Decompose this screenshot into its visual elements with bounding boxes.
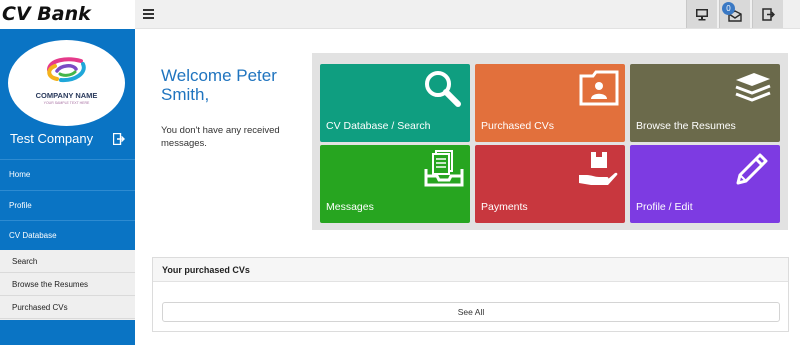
dashboard-tiles: CV Database / Search Purchased CVs Brows… bbox=[312, 53, 788, 230]
contact-folder-icon bbox=[579, 70, 619, 106]
notification-badge: 0 bbox=[722, 2, 735, 15]
inbox-icon bbox=[424, 150, 464, 187]
see-all-button[interactable]: See All bbox=[162, 302, 780, 322]
tile-label: Messages bbox=[326, 201, 374, 213]
tile-payments[interactable]: Payments bbox=[475, 145, 625, 223]
tile-profile-edit[interactable]: Profile / Edit bbox=[630, 145, 780, 223]
tile-label: CV Database / Search bbox=[326, 120, 431, 132]
dashboard-button[interactable] bbox=[686, 0, 717, 28]
tile-purchased-cvs[interactable]: Purchased CVs bbox=[475, 64, 625, 142]
swirl-logo-icon bbox=[47, 57, 86, 83]
logout-icon bbox=[761, 7, 775, 21]
company-name: Test Company bbox=[10, 131, 94, 146]
tile-browse-resumes[interactable]: Browse the Resumes bbox=[630, 64, 780, 142]
sidebar-item-profile[interactable]: Profile bbox=[0, 190, 135, 221]
search-icon bbox=[425, 71, 461, 107]
submenu-item-browse-resumes[interactable]: Browse the Resumes bbox=[0, 273, 135, 296]
brand-logo[interactable]: CV Bank bbox=[0, 0, 135, 29]
top-bar: CV Bank 0 bbox=[0, 0, 800, 29]
welcome-heading: Welcome Peter Smith, bbox=[161, 66, 277, 104]
sidebar-item-home[interactable]: Home bbox=[0, 159, 135, 190]
sidebar-item-cv-database[interactable]: CV Database bbox=[0, 220, 135, 251]
messages-status: You don't have any received messages. bbox=[161, 125, 280, 149]
logo-company-name: COMPANY NAME bbox=[35, 91, 98, 100]
company-logout-icon[interactable] bbox=[113, 133, 125, 145]
tile-messages[interactable]: Messages bbox=[320, 145, 470, 223]
tile-cv-database-search[interactable]: CV Database / Search bbox=[320, 64, 470, 142]
pencil-icon bbox=[736, 153, 768, 185]
payment-icon bbox=[579, 152, 618, 185]
sidebar: COMPANY NAME YOUR SAMPLE TEXT HERE Test … bbox=[0, 29, 135, 345]
menu-toggle-icon[interactable] bbox=[143, 7, 155, 21]
panel-title: Your purchased CVs bbox=[153, 258, 788, 282]
purchased-cvs-panel: Your purchased CVs See All bbox=[152, 257, 789, 332]
cv-database-submenu: Search Browse the Resumes Purchased CVs bbox=[0, 250, 135, 320]
tile-label: Profile / Edit bbox=[636, 201, 693, 213]
stack-icon bbox=[735, 73, 771, 102]
tile-label: Browse the Resumes bbox=[636, 120, 736, 132]
submenu-item-purchased-cvs[interactable]: Purchased CVs bbox=[0, 296, 135, 319]
tile-label: Payments bbox=[481, 201, 528, 213]
messages-button[interactable]: 0 bbox=[719, 0, 750, 28]
logo-tagline: YOUR SAMPLE TEXT HERE bbox=[43, 101, 90, 105]
company-logo: COMPANY NAME YOUR SAMPLE TEXT HERE bbox=[8, 40, 125, 126]
app: CV Bank 0 COMPANY NAME YOUR SAMPLE TEXT … bbox=[0, 0, 800, 345]
submenu-item-search[interactable]: Search bbox=[0, 250, 135, 273]
tile-label: Purchased CVs bbox=[481, 120, 554, 132]
monitor-icon bbox=[696, 8, 708, 20]
logout-button[interactable] bbox=[752, 0, 783, 28]
